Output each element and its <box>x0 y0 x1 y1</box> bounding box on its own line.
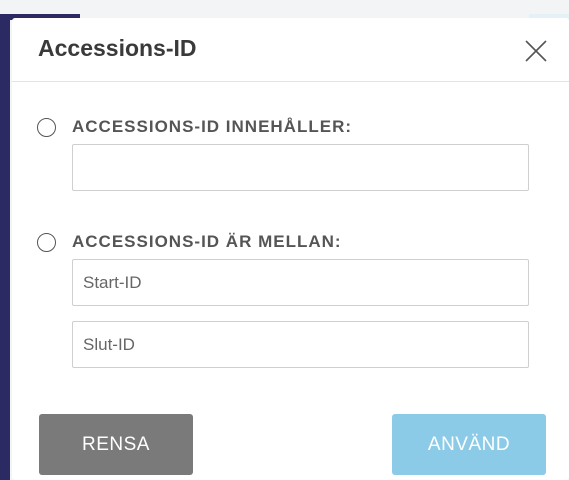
option-contains-label: ACCESSIONS-ID INNEHÅLLER: <box>72 117 353 136</box>
option-between[interactable]: ACCESSIONS-ID ÄR MELLAN: <box>37 232 342 252</box>
end-id-input[interactable] <box>72 321 529 368</box>
dialog-header: Accessions-ID <box>12 18 569 82</box>
contains-input[interactable] <box>72 144 529 191</box>
start-id-input[interactable] <box>72 259 529 306</box>
radio-between[interactable] <box>37 232 56 252</box>
close-icon <box>525 40 547 62</box>
option-contains[interactable]: ACCESSIONS-ID INNEHÅLLER: <box>37 117 352 137</box>
close-button[interactable] <box>525 40 547 62</box>
accession-id-filter-dialog: Accessions-ID ACCESSIONS-ID INNEHÅLLER: … <box>12 18 569 480</box>
clear-button[interactable]: RENSA <box>39 414 193 475</box>
option-between-label: ACCESSIONS-ID ÄR MELLAN: <box>72 232 342 251</box>
radio-contains[interactable] <box>37 117 56 137</box>
dialog-title: Accessions-ID <box>38 35 197 61</box>
background-sidebar-edge <box>0 14 10 480</box>
apply-button[interactable]: ANVÄND <box>392 414 546 475</box>
